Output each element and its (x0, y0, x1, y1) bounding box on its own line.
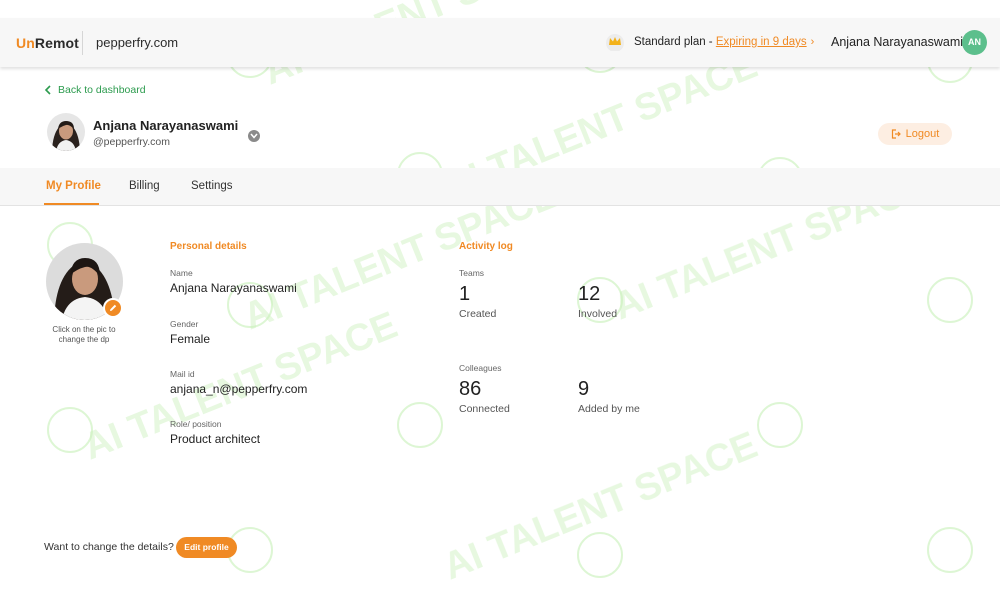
profile-name: Anjana Narayanaswami (93, 118, 239, 133)
brand-part-remot: Remot (34, 35, 79, 51)
watermark: AI TALENT SPACE AI TALENT SPACE AI TALEN… (47, 0, 973, 588)
field-value-name: Anjana Narayanaswami (170, 281, 297, 295)
field-label-gender: Gender (170, 319, 199, 329)
user-avatar[interactable]: AN (962, 30, 987, 55)
photo-hint: Click on the pic to change the dp (52, 325, 116, 344)
edit-photo-button[interactable] (103, 298, 123, 318)
teams-involved-count: 12 (578, 283, 601, 305)
back-to-dashboard-link[interactable]: Back to dashboard (44, 84, 146, 96)
user-name: Anjana Narayanaswami (831, 35, 964, 49)
teams-created-count: 1 (459, 283, 471, 305)
tab-bar: My Profile Billing Settings (0, 168, 1000, 206)
colleagues-added-count: 9 (578, 378, 590, 400)
field-label-role: Role/ position (170, 419, 222, 429)
back-link-label: Back to dashboard (58, 84, 146, 96)
field-value-mail: anjana_n@pepperfry.com (170, 382, 308, 396)
field-value-role: Product architect (170, 432, 261, 446)
active-tab-indicator (44, 203, 99, 205)
plan-status: Standard plan - Expiring in 9 days › (634, 36, 814, 48)
logout-icon (891, 129, 901, 139)
colleagues-added-label: Added by me (578, 403, 640, 415)
logout-button[interactable]: Logout (878, 123, 952, 145)
activity-log-title: Activity log (459, 241, 513, 252)
profile-handle: @pepperfry.com (93, 136, 170, 148)
colleagues-connected-label: Connected (459, 403, 510, 415)
field-value-gender: Female (170, 332, 211, 346)
field-label-name: Name (170, 268, 193, 278)
plan-expiry-link[interactable]: Expiring in 9 days (716, 36, 807, 48)
field-label-mail: Mail id (170, 369, 195, 379)
colleagues-connected-count: 86 (459, 378, 482, 400)
brand-part-un: Un (16, 35, 35, 51)
edit-profile-button[interactable]: Edit profile (176, 537, 237, 558)
plan-label: Standard plan - (634, 36, 716, 48)
colleagues-label: Colleagues (459, 363, 502, 373)
teams-label: Teams (459, 268, 485, 278)
crown-icon (606, 34, 624, 51)
profile-header-avatar (47, 113, 85, 151)
teams-involved-label: Involved (578, 308, 618, 320)
teams-created-label: Created (459, 308, 497, 320)
tab-my-profile[interactable]: My Profile (46, 180, 101, 192)
header-divider (82, 31, 83, 55)
chevron-down-icon[interactable] (248, 130, 260, 142)
logout-label: Logout (905, 128, 940, 140)
tab-billing[interactable]: Billing (129, 180, 160, 192)
change-details-prompt: Want to change the details? (44, 541, 174, 553)
pencil-icon (110, 304, 117, 311)
chevron-right-icon[interactable]: › (811, 36, 815, 48)
chevron-left-icon (44, 85, 51, 95)
company-name: pepperfry.com (96, 35, 179, 50)
watermark-text: AI TALENT SPACE (438, 424, 764, 588)
brand-logo[interactable]: UnRemot (16, 35, 79, 51)
top-bar: UnRemot pepperfry.com Standard plan - Ex… (0, 18, 1000, 67)
personal-details-title: Personal details (170, 241, 247, 252)
tab-settings[interactable]: Settings (191, 180, 233, 192)
